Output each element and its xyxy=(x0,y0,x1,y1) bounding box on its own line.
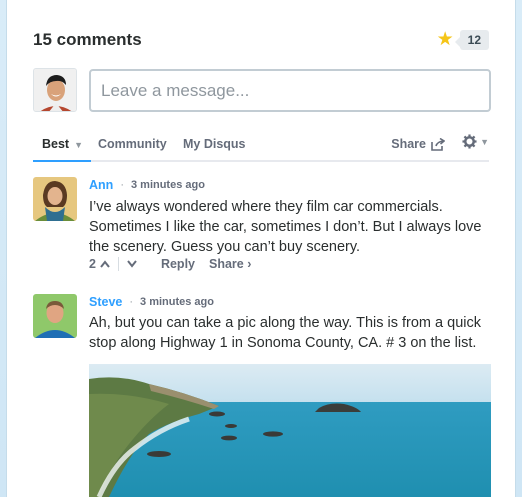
comment-meta: Ann · 3 minutes ago xyxy=(89,178,205,192)
current-user-avatar[interactable] xyxy=(33,68,77,112)
share-label: Share xyxy=(391,137,426,151)
comment-author[interactable]: Ann xyxy=(89,178,113,192)
comment-line: I’ve always wondered where they film car… xyxy=(89,199,443,215)
gear-icon xyxy=(462,134,477,149)
comments-header: 15 comments ★ 12 xyxy=(33,30,489,56)
comment-count: 15 comments xyxy=(33,30,142,49)
star-icon[interactable]: ★ xyxy=(437,30,454,50)
comment-timestamp[interactable]: 3 minutes ago xyxy=(131,179,205,191)
share-thread-button[interactable]: Share xyxy=(391,137,445,151)
comment-image[interactable] xyxy=(89,364,491,497)
meta-separator: · xyxy=(129,296,134,308)
active-tab-indicator xyxy=(33,160,91,162)
tab-best[interactable]: Best ▼ xyxy=(42,137,83,151)
comment-actions: 2 Reply Share › xyxy=(89,257,251,271)
downvote-icon[interactable] xyxy=(127,260,137,268)
reply-button[interactable]: Reply xyxy=(161,257,195,271)
comment-line: Ah, but you can take a pic along the way… xyxy=(89,315,481,331)
favorite-count: 12 xyxy=(454,30,489,50)
sort-tabs: Best ▼ Community My Disqus Share ▼ xyxy=(33,134,489,162)
tab-best-label: Best xyxy=(42,137,70,151)
favorite-button[interactable]: ★ 12 xyxy=(437,30,489,50)
share-comment-button[interactable]: Share › xyxy=(209,257,251,271)
comment-meta: Steve · 3 minutes ago xyxy=(89,295,214,309)
tab-community[interactable]: Community xyxy=(98,137,167,151)
tab-my-disqus[interactable]: My Disqus xyxy=(183,137,246,151)
comment-input[interactable] xyxy=(89,69,491,112)
share-icon xyxy=(431,137,445,151)
comment-author[interactable]: Steve xyxy=(89,295,122,309)
comment-body: Ah, but you can take a pic along the way… xyxy=(89,313,481,353)
comment-body: I’ve always wondered where they film car… xyxy=(89,197,481,257)
chevron-down-icon: ▼ xyxy=(480,136,489,147)
comments-panel: 15 comments ★ 12 Best ▼ Community My Disq… xyxy=(6,0,516,497)
avatar[interactable] xyxy=(33,294,77,338)
settings-menu[interactable]: ▼ xyxy=(462,134,489,149)
vote-count: 2 xyxy=(89,257,96,271)
meta-separator: · xyxy=(120,179,124,191)
vote-divider xyxy=(117,257,119,271)
chevron-down-icon: ▼ xyxy=(74,140,84,150)
upvote-button[interactable]: 2 xyxy=(89,257,110,271)
comment-line: Sometimes I like the car, sometimes I do… xyxy=(89,219,482,235)
comment-line: the scenery. Guess you can’t buy scenery… xyxy=(89,239,361,255)
upvote-icon xyxy=(100,260,110,268)
avatar[interactable] xyxy=(33,177,77,221)
comment-line: stop along Highway 1 in Sonoma County, C… xyxy=(89,335,477,351)
comment-timestamp[interactable]: 3 minutes ago xyxy=(140,296,214,308)
